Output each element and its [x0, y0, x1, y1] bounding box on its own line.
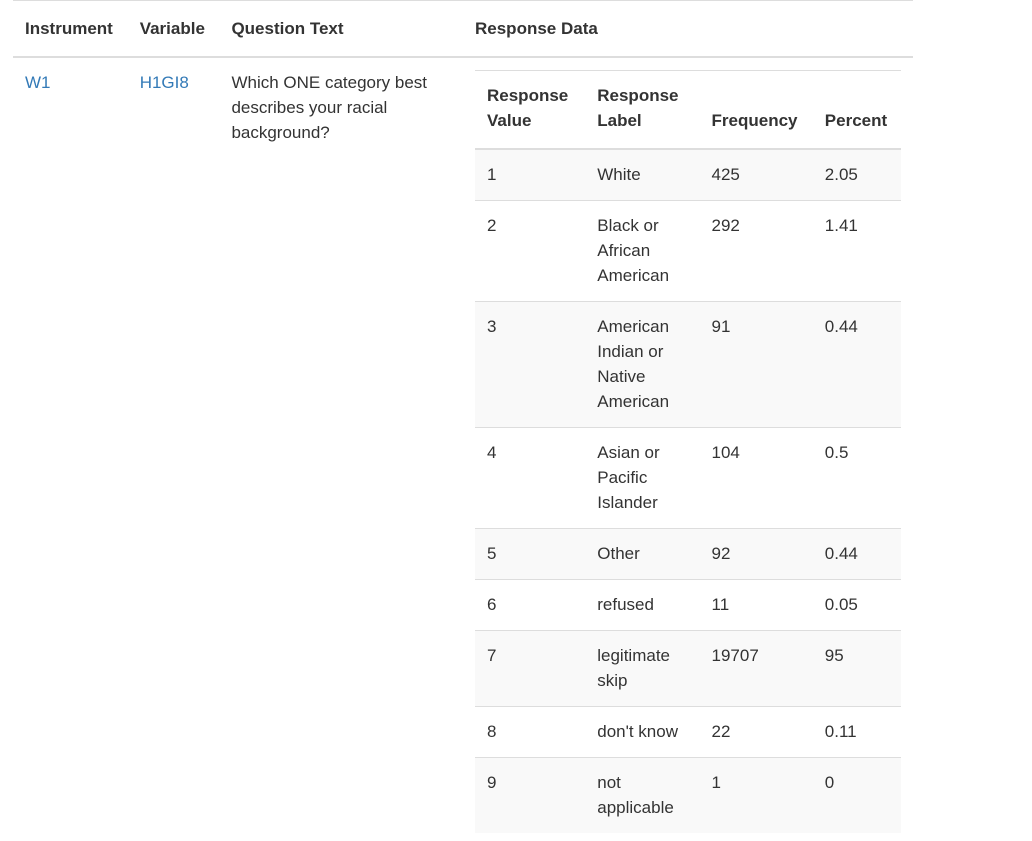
percent-cell: 0.44: [812, 528, 901, 580]
response-label-header: Response Label: [585, 70, 700, 150]
instrument-header: Instrument: [13, 0, 128, 58]
response-label-cell: refused: [585, 579, 700, 631]
instrument-cell: W1: [13, 57, 128, 841]
frequency-cell: 92: [699, 528, 813, 580]
response-value-cell: 9: [475, 757, 586, 833]
frequency-cell: 22: [699, 706, 813, 758]
response-row: 6 refused 11 0.05: [475, 579, 901, 631]
response-value-cell: 6: [475, 579, 586, 631]
response-row: 7 legitimate skip 19707 95: [475, 630, 901, 707]
table-row: W1 H1GI8 Which ONE category best describ…: [13, 57, 913, 841]
response-value-cell: 8: [475, 706, 586, 758]
frequency-cell: 11: [699, 579, 813, 631]
frequency-cell: 1: [699, 757, 813, 833]
variable-link[interactable]: H1GI8: [140, 73, 189, 92]
response-row: 9 not applicable 1 0: [475, 757, 901, 833]
percent-cell: 0.05: [812, 579, 901, 631]
response-value-cell: 5: [475, 528, 586, 580]
response-table-body: 1 White 425 2.05 2 Black or African American 2…: [475, 148, 901, 833]
response-row: 8 don't know 22 0.11: [475, 706, 901, 758]
frequency-cell: 19707: [699, 630, 813, 707]
percent-cell: 0.5: [812, 427, 901, 529]
response-label-cell: not applicable: [585, 757, 700, 833]
response-data-cell: Response Value Response Label Frequency …: [463, 57, 913, 841]
response-value-cell: 4: [475, 427, 586, 529]
response-label-cell: American Indian or Native American: [585, 301, 700, 428]
response-table: Response Value Response Label Frequency …: [475, 70, 901, 833]
percent-cell: 95: [812, 630, 901, 707]
frequency-cell: 292: [699, 200, 813, 302]
frequency-cell: 104: [699, 427, 813, 529]
variable-table: Instrument Variable Question Text Respon…: [13, 0, 913, 841]
response-value-cell: 3: [475, 301, 586, 428]
response-data-header: Response Data: [463, 0, 913, 58]
response-label-cell: Black or African American: [585, 200, 700, 302]
response-row: 4 Asian or Pacific Islander 104 0.5: [475, 427, 901, 529]
response-label-cell: Other: [585, 528, 700, 580]
question-text: Which ONE category best describes your r…: [231, 73, 428, 142]
question-text-header: Question Text: [219, 0, 463, 58]
percent-cell: 1.41: [812, 200, 901, 302]
header-row: Instrument Variable Question Text Respon…: [13, 0, 913, 58]
response-row: 3 American Indian or Native American 91 0.4…: [475, 301, 901, 428]
percent-header: Percent: [812, 70, 901, 150]
question-text-cell: Which ONE category best describes your r…: [219, 57, 463, 841]
response-label-cell: White: [585, 148, 700, 201]
response-value-cell: 1: [475, 148, 586, 201]
frequency-cell: 91: [699, 301, 813, 428]
variable-table-container: Instrument Variable Question Text Respon…: [13, 0, 913, 841]
instrument-link[interactable]: W1: [25, 73, 51, 92]
response-row: 1 White 425 2.05: [475, 148, 901, 201]
variable-cell: H1GI8: [128, 57, 220, 841]
percent-cell: 0.11: [812, 706, 901, 758]
frequency-cell: 425: [699, 148, 813, 201]
percent-cell: 0.44: [812, 301, 901, 428]
response-label-cell: don't know: [585, 706, 700, 758]
variable-header: Variable: [127, 0, 220, 58]
response-value-cell: 7: [475, 630, 586, 707]
response-row: 5 Other 92 0.44: [475, 528, 901, 580]
frequency-header: Frequency: [699, 70, 813, 150]
response-value-cell: 2: [475, 200, 586, 302]
percent-cell: 2.05: [812, 148, 901, 201]
response-label-cell: legitimate skip: [585, 630, 700, 707]
response-value-header: Response Value: [475, 70, 586, 150]
response-row: 2 Black or African American 292 1.41: [475, 200, 901, 302]
response-label-cell: Asian or Pacific Islander: [585, 427, 700, 529]
response-header-row: Response Value Response Label Frequency …: [475, 70, 901, 150]
percent-cell: 0: [812, 757, 901, 833]
